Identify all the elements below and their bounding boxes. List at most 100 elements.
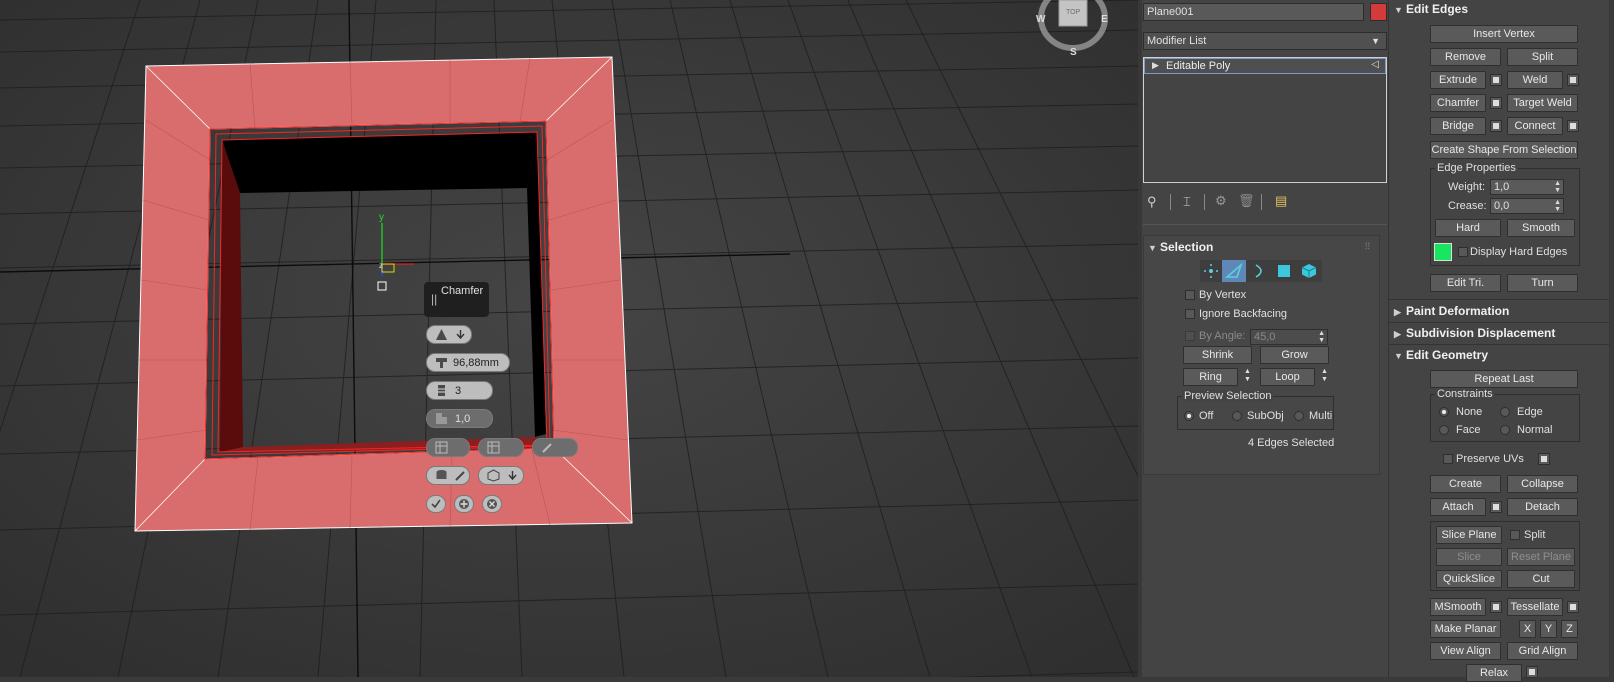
reset-plane-button[interactable]: Reset Plane <box>1507 548 1575 566</box>
edit-geometry-rollout-header[interactable]: ▼ Edit Geometry <box>1394 346 1488 364</box>
connect-settings-button[interactable] <box>1567 120 1579 132</box>
display-hard-edges-checkbox[interactable] <box>1458 247 1468 257</box>
constraint-normal-radio[interactable] <box>1500 425 1510 435</box>
rollout-splitter[interactable] <box>1143 224 1387 228</box>
hard-edge-color-swatch[interactable] <box>1434 243 1452 261</box>
ignore-backfacing-checkbox[interactable] <box>1185 309 1195 319</box>
stack-item-editable-poly[interactable]: ▶ Editable Poly ◁ <box>1144 58 1386 74</box>
modifier-stack[interactable]: ▶ Editable Poly ◁ <box>1143 57 1387 183</box>
constraint-edge-radio[interactable] <box>1500 407 1510 417</box>
chamfer-caddy-title[interactable]: || Chamfer <box>424 282 489 317</box>
object-name-field[interactable]: Plane001 <box>1143 3 1364 21</box>
smooth-button[interactable]: Smooth <box>1507 219 1575 237</box>
shrink-button[interactable]: Shrink <box>1183 346 1252 364</box>
attach-button[interactable]: Attach <box>1430 498 1486 516</box>
constraint-face-radio[interactable] <box>1439 425 1449 435</box>
chamfer-tension-field[interactable]: 1,0 <box>426 409 493 428</box>
smooth-threshold-toggle[interactable] <box>478 466 524 485</box>
pin-stack-icon[interactable]: ⚲ <box>1147 194 1157 210</box>
grow-button[interactable]: Grow <box>1260 346 1329 364</box>
make-unique-icon[interactable]: ⚙ <box>1215 193 1227 209</box>
remove-button[interactable]: Remove <box>1430 48 1501 66</box>
preserve-uvs-checkbox[interactable] <box>1443 454 1453 464</box>
crease-spinner[interactable]: 0,0 ▲ ▼ <box>1490 198 1564 214</box>
create-shape-button[interactable]: Create Shape From Selection <box>1430 141 1578 159</box>
slice-plane-button[interactable]: Slice Plane <box>1436 526 1502 544</box>
element-mode-icon[interactable] <box>1300 263 1318 279</box>
cut-button[interactable]: Cut <box>1507 570 1575 588</box>
constraint-none-radio[interactable] <box>1439 407 1449 417</box>
caddy-apply-button[interactable] <box>454 495 474 513</box>
extrude-button[interactable]: Extrude <box>1430 71 1486 89</box>
vertex-mode-icon[interactable] <box>1202 263 1220 279</box>
trash-icon[interactable]: 🗑 <box>1238 193 1255 209</box>
preview-subobj-radio[interactable] <box>1232 411 1242 421</box>
attach-settings-button[interactable] <box>1490 501 1502 513</box>
by-vertex-checkbox[interactable] <box>1185 290 1195 300</box>
extrude-settings-button[interactable] <box>1490 74 1502 86</box>
ring-spinner-icon[interactable]: ▲ ▼ <box>1244 368 1251 384</box>
chamfer-button[interactable]: Chamfer <box>1430 94 1486 112</box>
expand-icon[interactable]: ▶ <box>1152 60 1159 71</box>
relax-settings-button[interactable] <box>1526 666 1538 678</box>
spinner-arrows-icon[interactable]: ▲ ▼ <box>1554 180 1561 194</box>
planar-z-button[interactable]: Z <box>1561 620 1578 638</box>
make-planar-button[interactable]: Make Planar <box>1430 620 1501 638</box>
spinner-arrows-icon[interactable]: ▲ ▼ <box>1318 330 1325 344</box>
by-angle-spinner[interactable]: 45,0 ▲ ▼ <box>1250 329 1328 345</box>
loop-button[interactable]: Loop <box>1260 368 1315 386</box>
tessellate-settings-button[interactable] <box>1567 601 1579 613</box>
selection-rollout-header[interactable]: ▼ Selection <box>1148 238 1213 256</box>
split-checkbox[interactable] <box>1510 530 1520 540</box>
connect-button[interactable]: Connect <box>1507 117 1563 135</box>
border-mode-icon[interactable] <box>1250 263 1268 279</box>
edge-mode-button[interactable] <box>1222 260 1246 282</box>
polygon-mode-icon[interactable] <box>1275 263 1293 279</box>
chamfer-settings-button[interactable] <box>1490 97 1502 109</box>
weld-settings-button[interactable] <box>1567 74 1579 86</box>
paint-deformation-rollout-header[interactable]: ▶ Paint Deformation <box>1394 302 1509 320</box>
create-button[interactable]: Create <box>1430 475 1501 493</box>
split-button[interactable]: Split <box>1507 48 1578 66</box>
msmooth-settings-button[interactable] <box>1490 601 1502 613</box>
by-angle-checkbox[interactable] <box>1185 331 1195 341</box>
show-end-result-icon[interactable]: ⌶ <box>1183 194 1191 210</box>
hard-button[interactable]: Hard <box>1435 219 1501 237</box>
collapse-button[interactable]: Collapse <box>1507 475 1578 493</box>
turn-button[interactable]: Turn <box>1507 274 1578 292</box>
planar-y-button[interactable]: Y <box>1540 620 1557 638</box>
view-align-button[interactable]: View Align <box>1430 642 1501 660</box>
tessellate-button[interactable]: Tessellate <box>1507 598 1563 616</box>
bridge-button[interactable]: Bridge <box>1430 117 1486 135</box>
preview-off-radio[interactable] <box>1184 411 1194 421</box>
bridge-settings-button[interactable] <box>1490 120 1502 132</box>
weld-button[interactable]: Weld <box>1507 71 1563 89</box>
object-color-swatch[interactable] <box>1370 3 1387 21</box>
caddy-cancel-button[interactable] <box>482 495 502 513</box>
loop-spinner-icon[interactable]: ▲ ▼ <box>1321 368 1328 384</box>
weight-spinner[interactable]: 1,0 ▲ ▼ <box>1490 179 1564 195</box>
target-weld-button[interactable]: Target Weld <box>1507 94 1578 112</box>
configure-modifier-sets-icon[interactable]: ▤ <box>1275 193 1287 209</box>
detach-button[interactable]: Detach <box>1507 498 1578 516</box>
chamfer-segments-field[interactable]: 3 <box>426 381 493 400</box>
edit-edges-rollout-header[interactable]: ▼ Edit Edges <box>1394 0 1468 18</box>
chamfer-smooth-option[interactable] <box>478 438 524 457</box>
planar-x-button[interactable]: X <box>1519 620 1536 638</box>
quickslice-button[interactable]: QuickSlice <box>1436 570 1502 588</box>
msmooth-button[interactable]: MSmooth <box>1430 598 1486 616</box>
chamfer-type-dropdown[interactable] <box>426 325 472 344</box>
subdivision-displacement-rollout-header[interactable]: ▶ Subdivision Displacement <box>1394 324 1555 342</box>
caddy-ok-button[interactable] <box>426 495 446 513</box>
chamfer-extra-option[interactable] <box>532 438 578 457</box>
chamfer-amount-field[interactable]: 96,88mm <box>426 353 510 372</box>
repeat-last-button[interactable]: Repeat Last <box>1430 370 1578 388</box>
ring-button[interactable]: Ring <box>1183 368 1238 386</box>
edit-tri-button[interactable]: Edit Tri. <box>1430 274 1501 292</box>
caddy-grip-icon[interactable]: || <box>431 292 437 306</box>
smooth-type-toggle[interactable] <box>426 466 470 485</box>
rollout-grip-icon[interactable]: ⁞⁞ <box>1365 241 1370 251</box>
modifier-list-dropdown[interactable]: Modifier List ▼ <box>1143 32 1387 50</box>
preview-multi-radio[interactable] <box>1294 411 1304 421</box>
perspective-viewport[interactable]: y z TOP W E S || Chamfer 96,88mm 3 1,0 <box>0 0 1138 677</box>
